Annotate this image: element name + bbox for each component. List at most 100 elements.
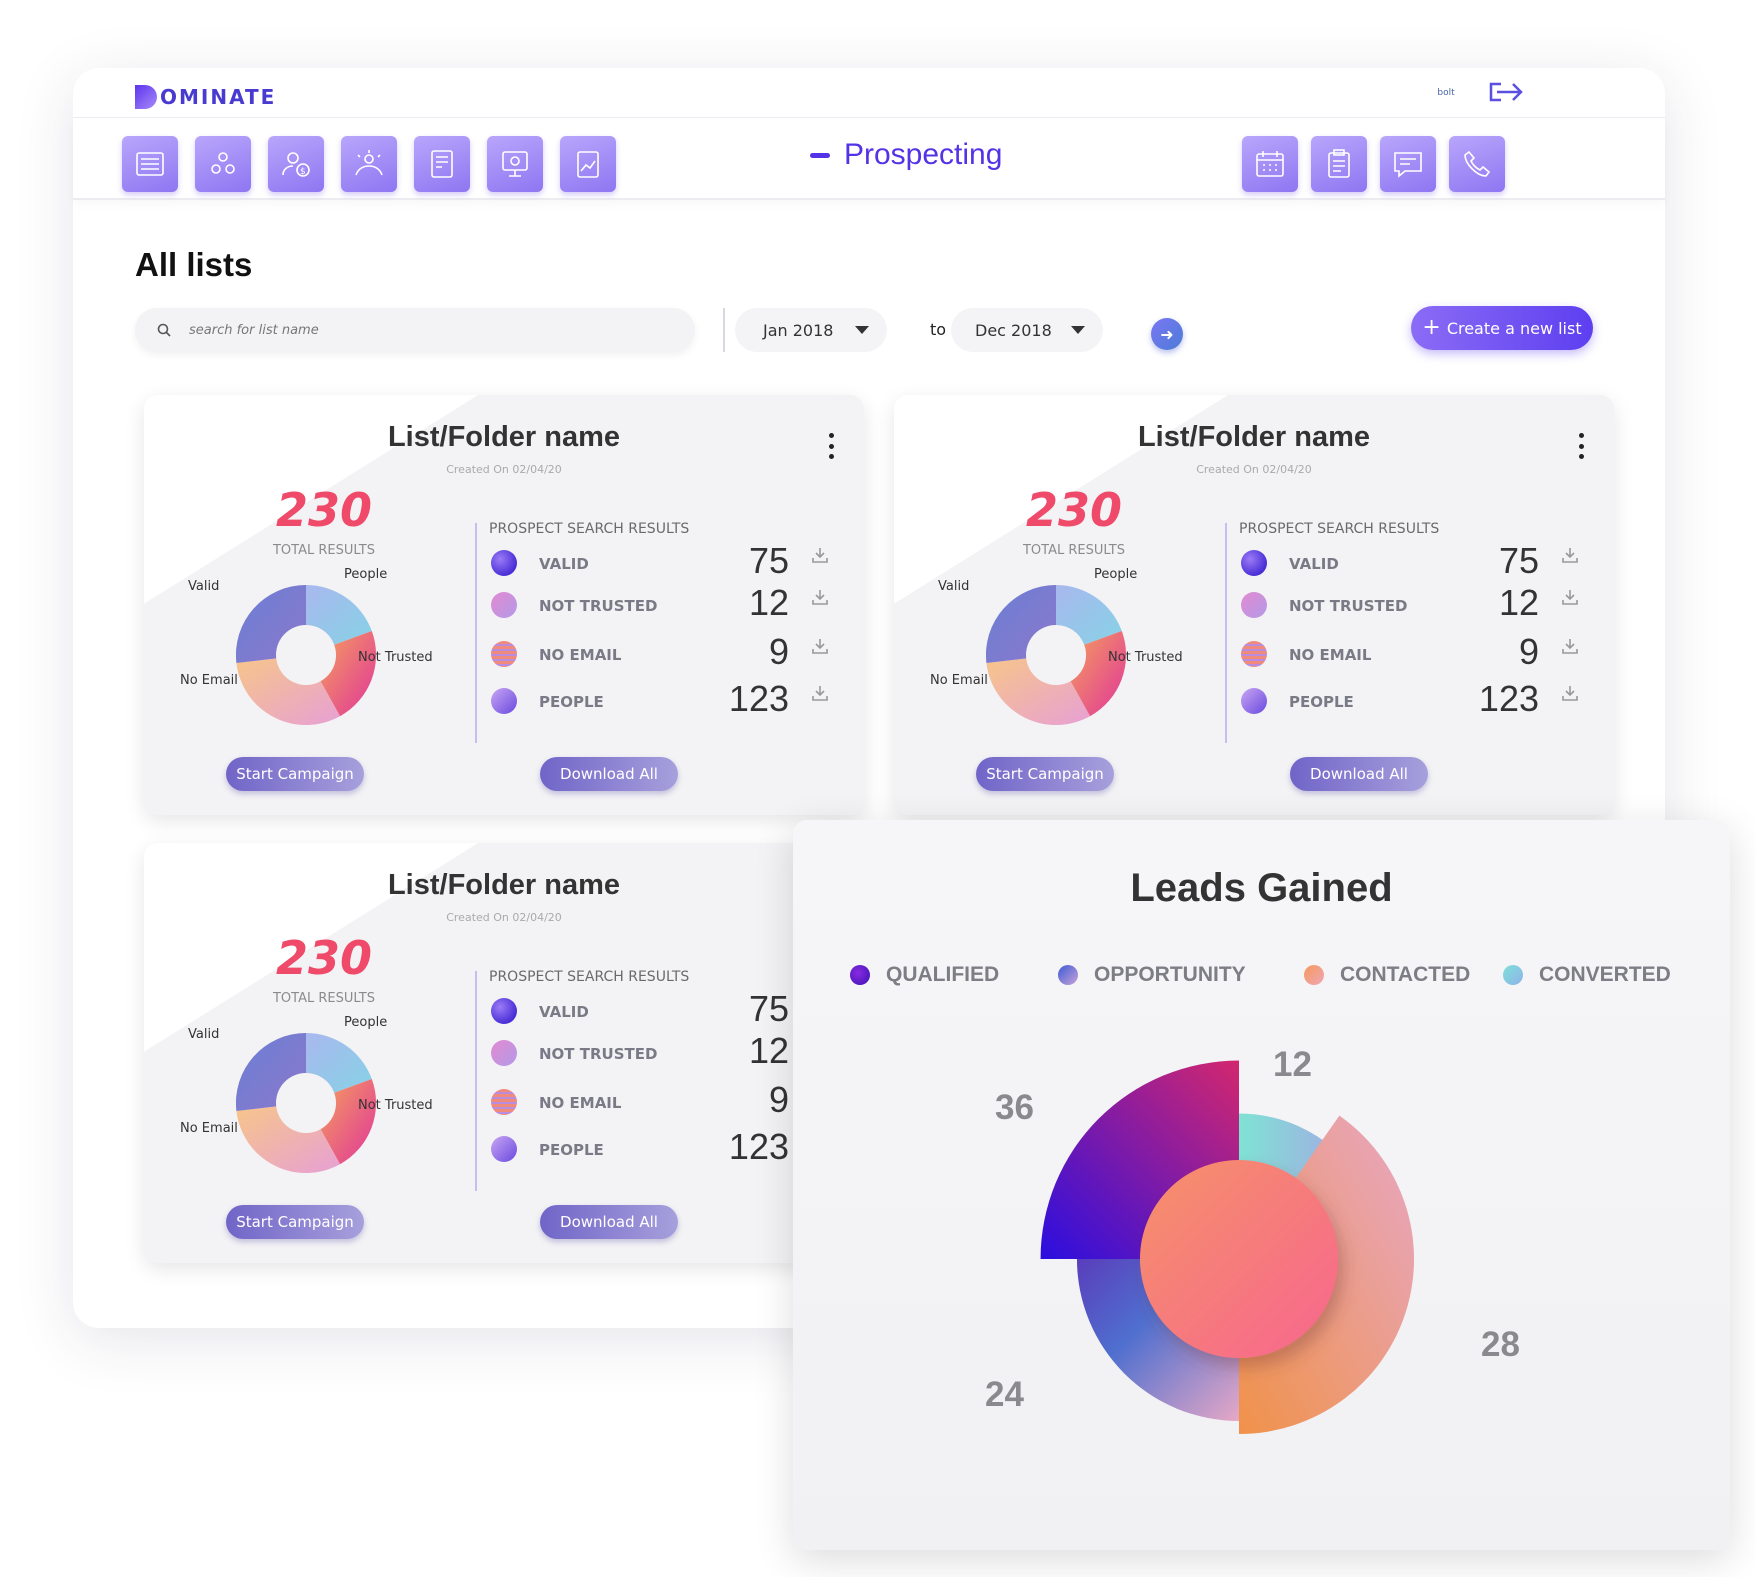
dominate-logo[interactable]: OMINATE (135, 84, 276, 110)
result-label: NOT TRUSTED (539, 597, 658, 615)
pie-label-not-trusted: Not Trusted (1108, 650, 1183, 665)
total-results-label: TOTAL RESULTS (272, 543, 376, 558)
valid-icon (491, 550, 517, 576)
svg-text:$: $ (300, 167, 306, 177)
total-results-label: TOTAL RESULTS (272, 991, 376, 1006)
avatar-text: bolt (1437, 88, 1455, 98)
download-icon[interactable] (1561, 684, 1579, 702)
result-row-people: PEOPLE 123 (489, 678, 849, 719)
finance-icon[interactable]: $ (268, 136, 324, 192)
logo-text: OMINATE (160, 85, 277, 109)
calendar-icon[interactable] (1242, 136, 1298, 192)
more-options-icon[interactable] (829, 433, 835, 459)
list-icon[interactable] (122, 136, 178, 192)
logout-icon[interactable] (1487, 78, 1527, 106)
date-to-value: Dec 2018 (975, 320, 1052, 340)
not-trusted-icon (491, 1040, 517, 1066)
result-value: 9 (768, 1079, 789, 1120)
top-bar: OMINATE bolt (73, 68, 1665, 118)
result-row-valid: VALID 75 (1239, 540, 1599, 581)
results-donut-chart (236, 1033, 376, 1173)
prospect-search-results-label: PROSPECT SEARCH RESULTS (1239, 521, 1440, 537)
avatar[interactable]: bolt (1433, 80, 1459, 106)
download-icon[interactable] (811, 637, 829, 655)
plus-icon: + (1422, 315, 1441, 340)
value-label-opportunity: 24 (985, 1375, 1024, 1414)
presentation-icon[interactable] (487, 136, 543, 192)
logo-mark (135, 85, 157, 109)
start-campaign-button[interactable]: Start Campaign (226, 757, 364, 791)
search-placeholder: search for list name (189, 322, 319, 338)
donut-slice-no-email (236, 1106, 340, 1173)
toolbar: $ Prospecting (73, 118, 1665, 200)
rose-center (1140, 1160, 1338, 1358)
valid-icon (491, 998, 517, 1024)
result-row-not-trusted: NOT TRUSTED 12 (489, 582, 849, 623)
valid-icon (1241, 550, 1267, 576)
donut-slice-no-email (236, 658, 340, 725)
result-value: 123 (728, 1126, 789, 1167)
donut-slice-valid (236, 585, 306, 663)
results-donut-chart (236, 585, 376, 725)
result-row-no-email: NO EMAIL 9 (489, 631, 849, 672)
result-row-valid: VALID 75 (489, 540, 849, 581)
result-value: 9 (1518, 631, 1539, 672)
date-to-select[interactable]: Dec 2018 (951, 308, 1103, 352)
create-list-button[interactable]: + Create a new list (1411, 306, 1593, 350)
chat-icon[interactable] (1380, 136, 1436, 192)
created-date: Created On 02/04/20 (446, 463, 562, 476)
team-icon[interactable] (195, 136, 251, 192)
download-icon[interactable] (811, 588, 829, 606)
donut-slice-no-email (986, 658, 1090, 725)
download-icon[interactable] (811, 684, 829, 702)
clipboard-icon[interactable] (1311, 136, 1367, 192)
total-results-label: TOTAL RESULTS (1022, 543, 1126, 558)
result-label: VALID (1289, 555, 1339, 573)
result-value: 12 (1498, 582, 1539, 623)
start-campaign-button[interactable]: Start Campaign (226, 1205, 364, 1239)
people-icon (491, 688, 517, 714)
list-card: List/Folder name Created On 02/04/20 230… (144, 395, 864, 815)
result-label: PEOPLE (539, 1141, 604, 1159)
pie-label-people: People (344, 567, 388, 582)
list-name: List/Folder name (1137, 421, 1371, 453)
result-label: VALID (539, 555, 589, 573)
pie-label-no-email: No Email (180, 1121, 238, 1136)
result-label: NO EMAIL (539, 646, 622, 664)
divider (723, 308, 725, 352)
result-value: 75 (748, 540, 789, 581)
download-icon[interactable] (811, 546, 829, 564)
value-label-contacted: 28 (1481, 1325, 1520, 1364)
download-icon[interactable] (1561, 637, 1579, 655)
download-all-button[interactable]: Download All (540, 757, 678, 791)
prospect-search-results-label: PROSPECT SEARCH RESULTS (489, 521, 690, 537)
download-all-button[interactable]: Download All (540, 1205, 678, 1239)
date-from-select[interactable]: Jan 2018 (735, 308, 887, 352)
pie-label-people: People (344, 1015, 388, 1030)
search-input[interactable]: search for list name (135, 308, 695, 352)
pie-label-not-trusted: Not Trusted (358, 650, 433, 665)
audience-icon[interactable] (341, 136, 397, 192)
more-options-icon[interactable] (1579, 433, 1585, 459)
billing-icon[interactable] (414, 136, 470, 192)
people-icon (491, 1136, 517, 1162)
to-label: to (930, 320, 947, 339)
download-all-button[interactable]: Download All (1290, 757, 1428, 791)
start-campaign-button[interactable]: Start Campaign (976, 757, 1114, 791)
list-card: List/Folder name Created On 02/04/20 230… (894, 395, 1614, 815)
no-email-icon (491, 641, 517, 667)
result-row-people: PEOPLE 123 (1239, 678, 1599, 719)
reports-icon[interactable] (560, 136, 616, 192)
result-row-not-trusted: NOT TRUSTED 12 (1239, 582, 1599, 623)
page-title-text: Prospecting (844, 138, 1003, 171)
download-icon[interactable] (1561, 588, 1579, 606)
divider (475, 971, 477, 1191)
phone-icon[interactable] (1449, 136, 1505, 192)
page-title: Prospecting (810, 138, 1002, 172)
not-trusted-icon (491, 592, 517, 618)
download-icon[interactable] (1561, 546, 1579, 564)
pie-label-people: People (1094, 567, 1138, 582)
total-results-value: 230 (1025, 483, 1123, 537)
result-label: PEOPLE (539, 693, 604, 711)
apply-arrow-button[interactable]: ➜ (1151, 318, 1183, 350)
